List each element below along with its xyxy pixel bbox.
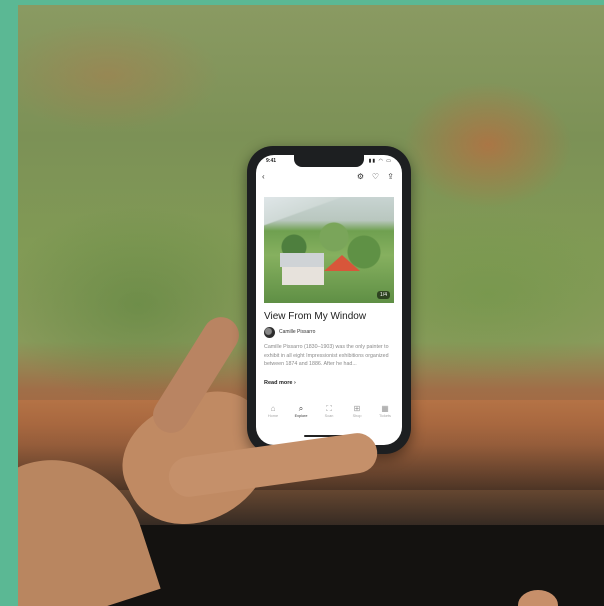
image-counter: 1/4: [377, 291, 390, 299]
painting-roofs: [280, 253, 324, 267]
tab-bar: ⌂ Home ⌕ Explore ⛶ Scan ⊞ Shop ▦ Tickets: [256, 403, 402, 431]
photo-frame: 9:41 ▮▮ ◠ ▭ ‹ ⚙ ♡ ⇪ 1/4 View From My Win…: [18, 5, 604, 606]
tab-tickets-label: Tickets: [379, 414, 391, 418]
app-toolbar: ‹ ⚙ ♡ ⇪: [262, 171, 396, 185]
tab-explore-label: Explore: [294, 414, 308, 418]
settings-icon[interactable]: ⚙: [357, 171, 364, 183]
painting-red-roof: [324, 255, 360, 271]
tab-shop[interactable]: ⊞ Shop: [344, 403, 370, 418]
tab-scan-label: Scan: [324, 414, 334, 418]
status-icons: ▮▮ ◠ ▭: [368, 158, 392, 164]
artist-avatar: [264, 327, 275, 338]
tickets-icon: ▦: [381, 404, 389, 413]
tab-explore[interactable]: ⌕ Explore: [288, 403, 314, 418]
tab-home[interactable]: ⌂ Home: [260, 403, 286, 418]
tab-shop-label: Shop: [352, 414, 362, 418]
scan-icon: ⛶: [326, 404, 332, 413]
tab-scan[interactable]: ⛶ Scan: [316, 403, 342, 418]
phone-screen: 9:41 ▮▮ ◠ ▭ ‹ ⚙ ♡ ⇪ 1/4 View From My Win…: [256, 155, 402, 445]
home-icon: ⌂: [270, 404, 276, 413]
status-time: 9:41: [266, 158, 277, 164]
tab-home-label: Home: [267, 414, 279, 418]
shop-icon: ⊞: [353, 404, 361, 413]
back-arrow-icon[interactable]: ‹: [262, 171, 265, 183]
smartphone: 9:41 ▮▮ ◠ ▭ ‹ ⚙ ♡ ⇪ 1/4 View From My Win…: [247, 146, 411, 454]
painting-house: [282, 267, 324, 285]
share-icon[interactable]: ⇪: [387, 171, 394, 183]
artwork-image[interactable]: 1/4: [264, 197, 394, 303]
search-icon: ⌕: [298, 404, 304, 413]
tab-tickets[interactable]: ▦ Tickets: [372, 403, 398, 418]
status-bar: 9:41 ▮▮ ◠ ▭: [266, 158, 392, 168]
read-more-link[interactable]: Read more ›: [264, 380, 296, 386]
artist-name: Camille Pissarro: [279, 329, 316, 335]
heart-icon[interactable]: ♡: [372, 171, 379, 183]
artwork-title: View From My Window: [264, 311, 367, 322]
artwork-description: Camille Pissarro (1830–1903) was the onl…: [264, 344, 389, 368]
